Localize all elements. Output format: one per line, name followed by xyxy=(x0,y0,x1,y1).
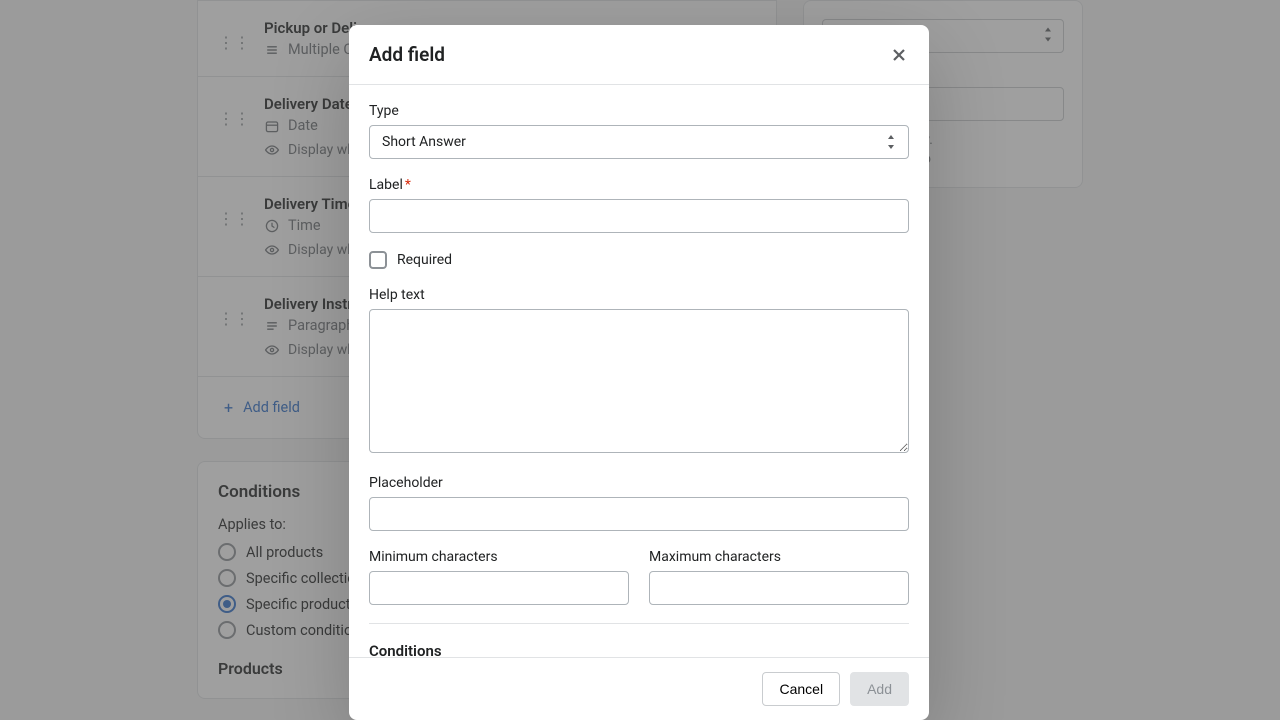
required-label: Required xyxy=(397,252,452,268)
close-button[interactable] xyxy=(889,45,909,65)
select-arrows-icon xyxy=(886,135,896,150)
modal-footer: Cancel Add xyxy=(349,657,929,720)
add-button[interactable]: Add xyxy=(850,672,909,706)
modal-header: Add field xyxy=(349,25,929,85)
checkbox-icon xyxy=(369,251,387,269)
add-field-modal: Add field Type Short Answer Label* xyxy=(349,25,929,720)
type-select-value: Short Answer xyxy=(382,134,466,150)
type-label: Type xyxy=(369,103,909,119)
help-text-label: Help text xyxy=(369,287,909,303)
type-select[interactable]: Short Answer xyxy=(369,125,909,159)
modal-title: Add field xyxy=(369,43,445,66)
cancel-button[interactable]: Cancel xyxy=(762,672,840,706)
help-text-input[interactable] xyxy=(369,309,909,453)
required-checkbox-row[interactable]: Required xyxy=(369,251,909,269)
max-chars-input[interactable] xyxy=(649,571,909,605)
min-chars-label: Minimum characters xyxy=(369,549,629,565)
modal-conditions-heading: Conditions xyxy=(369,642,909,657)
label-input[interactable] xyxy=(369,199,909,233)
placeholder-label: Placeholder xyxy=(369,475,909,491)
max-chars-label: Maximum characters xyxy=(649,549,909,565)
label-label: Label* xyxy=(369,177,909,193)
modal-body: Type Short Answer Label* Required Help xyxy=(349,85,929,657)
min-chars-input[interactable] xyxy=(369,571,629,605)
placeholder-input[interactable] xyxy=(369,497,909,531)
